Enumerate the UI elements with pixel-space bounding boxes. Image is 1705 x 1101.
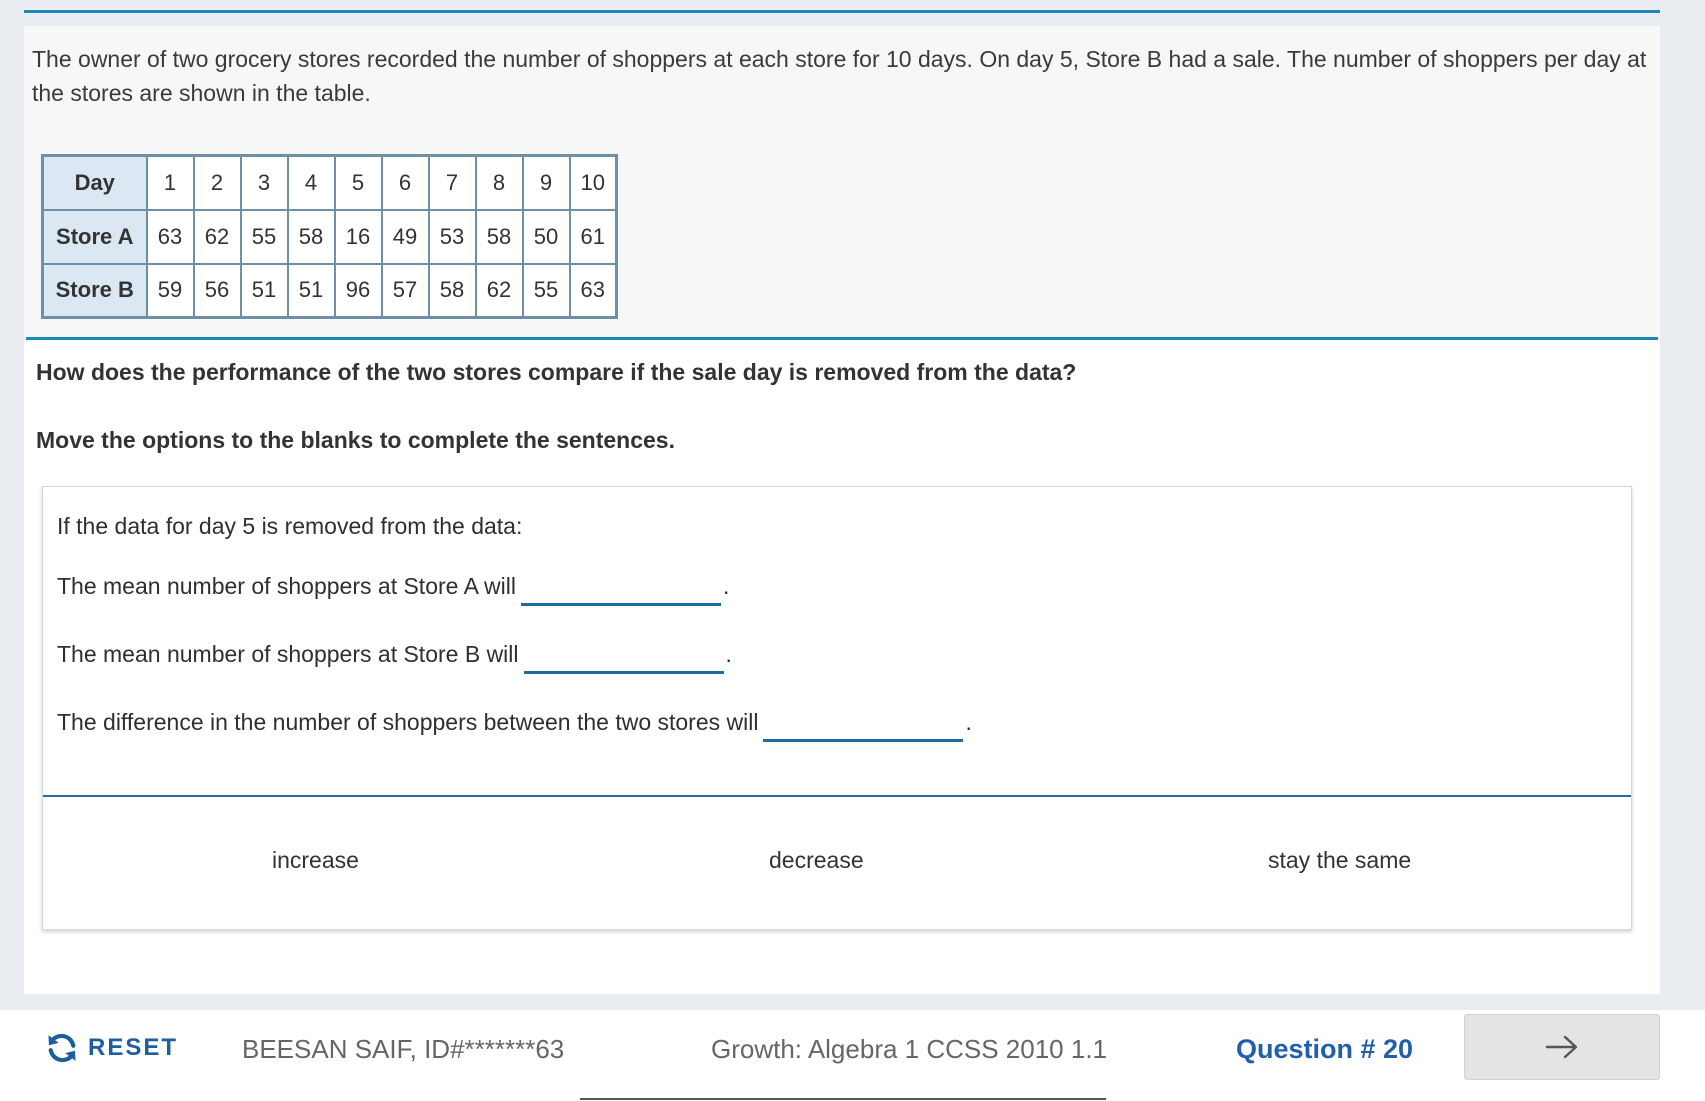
sentence-1-text: The mean number of shoppers at Store A w…: [57, 573, 516, 599]
row-header-day: Day: [41, 154, 148, 211]
option-stay-the-same[interactable]: stay the same: [1258, 843, 1421, 878]
table-row-store-b: Store B 59 56 51 51 96 57 58 62 55 63: [41, 262, 618, 319]
row-header-store-a: Store A: [41, 208, 148, 265]
question-number: Question # 20: [1236, 1034, 1414, 1064]
sentence-2-text: The mean number of shoppers at Store B w…: [57, 641, 519, 667]
option-increase[interactable]: increase: [262, 843, 369, 878]
student-info: BEESAN SAIF, ID#*******63: [242, 1034, 565, 1064]
sentence-3-text: The difference in the number of shoppers…: [57, 709, 759, 735]
sentence-area: If the data for day 5 is removed from th…: [43, 487, 1631, 795]
reset-label: RESET: [88, 1034, 179, 1061]
sentence-store-b: The mean number of shoppers at Store B w…: [57, 641, 732, 674]
panel-intro: If the data for day 5 is removed from th…: [57, 513, 522, 540]
drop-blank-difference[interactable]: [763, 712, 964, 742]
row-header-store-b: Store B: [41, 262, 148, 319]
stimulus-text: The owner of two grocery stores recorded…: [32, 46, 1647, 106]
table-cell: 49: [380, 208, 430, 265]
table-cell: 1: [145, 154, 195, 211]
sentence-period: .: [965, 709, 972, 735]
table-cell: 62: [192, 208, 242, 265]
table-cell: 57: [380, 262, 430, 319]
table-cell: 5: [333, 154, 383, 211]
next-question-button[interactable]: [1464, 1014, 1660, 1080]
table-cell: 56: [192, 262, 242, 319]
table-cell: 58: [427, 262, 477, 319]
table-cell: 58: [474, 208, 524, 265]
table-cell: 59: [145, 262, 195, 319]
option-decrease[interactable]: decrease: [759, 843, 874, 878]
table-cell: 16: [333, 208, 383, 265]
stimulus-divider: [26, 337, 1658, 340]
table-cell: 55: [239, 208, 289, 265]
table-cell: 9: [521, 154, 571, 211]
refresh-icon: [48, 1033, 76, 1063]
table-cell: 61: [568, 208, 618, 265]
table-cell: 50: [521, 208, 571, 265]
question-prompt: How does the performance of the two stor…: [36, 359, 1077, 385]
table-cell: 51: [239, 262, 289, 319]
table-cell: 3: [239, 154, 289, 211]
table-cell: 10: [568, 154, 618, 211]
sentence-period: .: [722, 573, 730, 599]
table-cell: 55: [521, 262, 571, 319]
question-content: The owner of two grocery stores recorded…: [24, 26, 1660, 994]
intro-text: If the data for day 5 is removed from th…: [57, 513, 523, 539]
shoppers-table: Day 1 2 3 4 5 6 7 8 9 10 Store A 63 62 5…: [41, 154, 618, 319]
question-instruction: Move the options to the blanks to comple…: [36, 427, 675, 453]
drag-drop-panel: If the data for day 5 is removed from th…: [42, 486, 1632, 930]
top-divider: [24, 10, 1660, 13]
table-cell: 6: [380, 154, 430, 211]
stimulus-passage: The owner of two grocery stores recorded…: [24, 26, 1660, 338]
table-cell: 51: [286, 262, 336, 319]
footer-underline: [580, 1098, 1106, 1100]
sentence-period: .: [725, 641, 732, 667]
reset-button[interactable]: RESET: [44, 1028, 178, 1068]
table-cell: 8: [474, 154, 524, 211]
sentence-store-a: The mean number of shoppers at Store A w…: [57, 573, 729, 606]
table-cell: 2: [192, 154, 242, 211]
table-cell: 62: [474, 262, 524, 319]
sentence-difference: The difference in the number of shoppers…: [57, 709, 972, 742]
table-row-day: Day 1 2 3 4 5 6 7 8 9 10: [41, 154, 618, 211]
table-cell: 53: [427, 208, 477, 265]
table-cell: 63: [568, 262, 618, 319]
drop-blank-store-b[interactable]: [523, 644, 724, 674]
table-cell: 4: [286, 154, 336, 211]
table-cell: 63: [145, 208, 195, 265]
table-cell: 58: [286, 208, 336, 265]
drop-blank-store-a[interactable]: [520, 576, 721, 606]
arrow-right-icon: [1545, 1035, 1578, 1059]
footer-bar: RESET BEESAN SAIF, ID#*******63 Growth: …: [0, 1010, 1705, 1101]
panel-divider: [43, 795, 1631, 797]
table-cell: 7: [427, 154, 477, 211]
table-cell: 96: [333, 262, 383, 319]
table-row-store-a: Store A 63 62 55 58 16 49 53 58 50 61: [41, 208, 618, 265]
test-name: Growth: Algebra 1 CCSS 2010 1.1: [711, 1034, 1108, 1064]
